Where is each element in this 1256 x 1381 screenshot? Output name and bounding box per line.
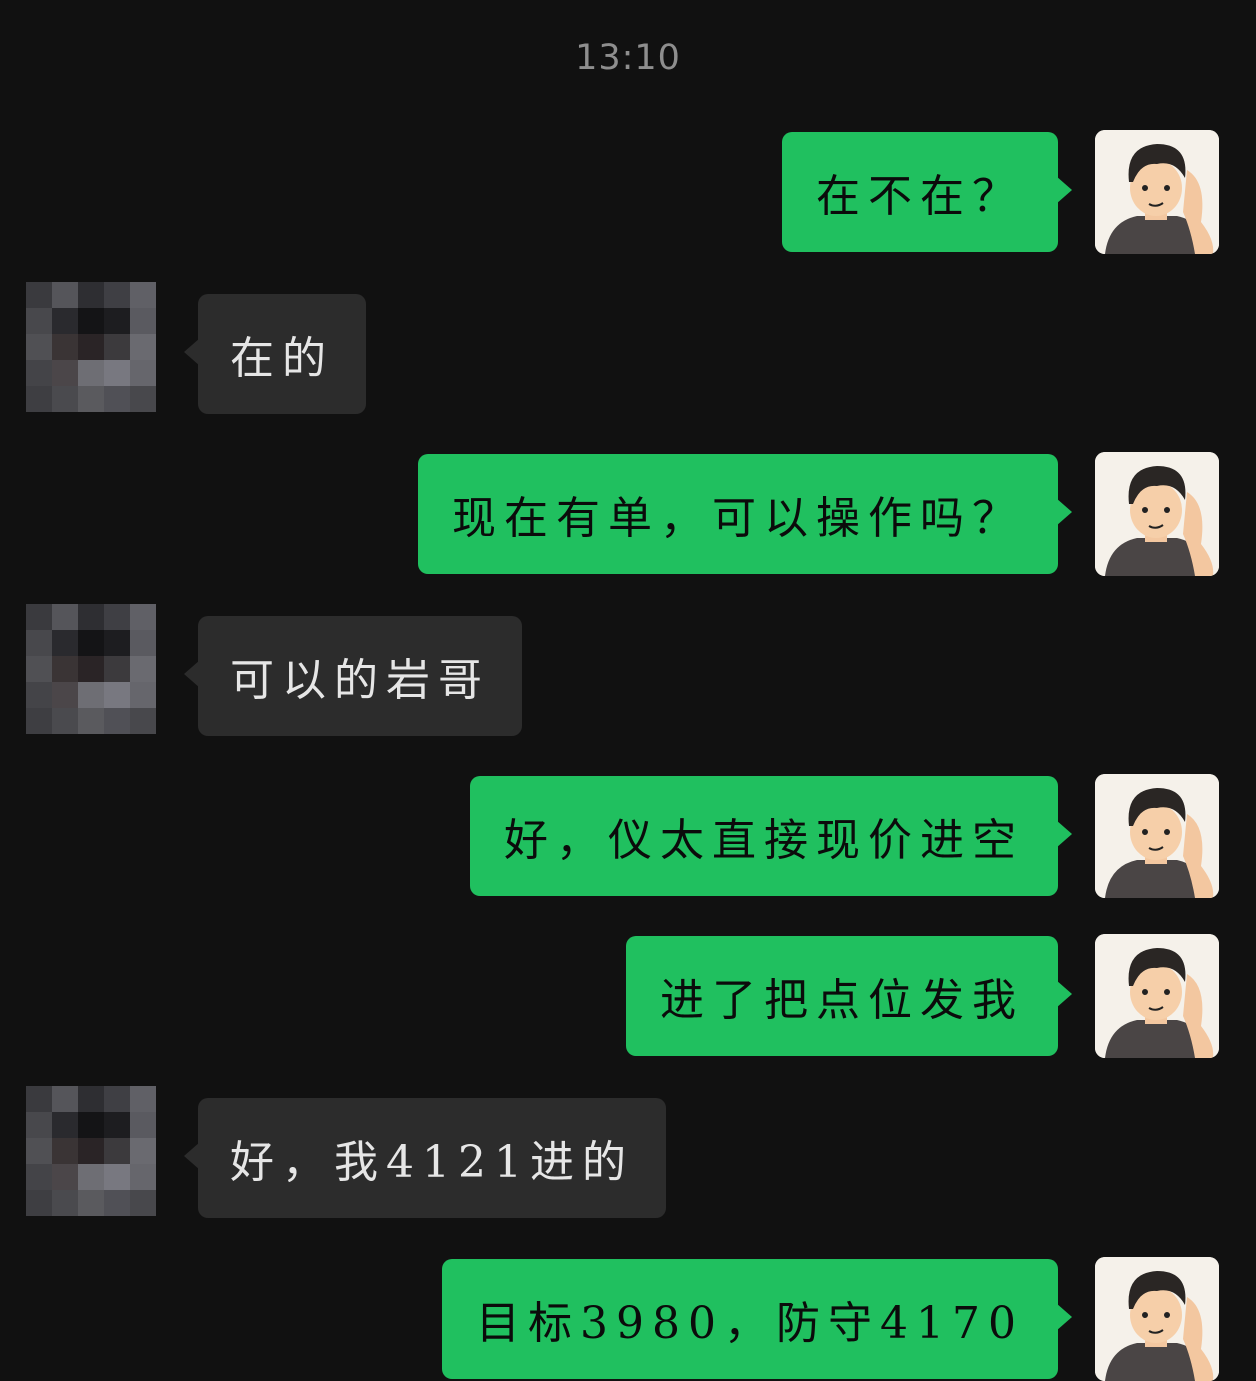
message-row: 在的 <box>0 282 1256 416</box>
message-row: 目标3980，防守4170 <box>0 1257 1256 1381</box>
message-row: 进了把点位发我 <box>0 934 1256 1058</box>
my-message-bubble[interactable]: 现在有单，可以操作吗？ <box>418 454 1072 574</box>
self-avatar-icon[interactable] <box>1095 130 1219 254</box>
their-message-bubble[interactable]: 好，我4121进的 <box>184 1098 666 1218</box>
message-row: 在不在？ <box>0 130 1256 254</box>
pixelated-avatar-icon[interactable] <box>26 1086 156 1216</box>
my-message-bubble[interactable]: 在不在？ <box>782 132 1072 252</box>
self-avatar-icon[interactable] <box>1095 934 1219 1058</box>
self-avatar-icon[interactable] <box>1095 1257 1219 1381</box>
self-avatar-icon[interactable] <box>1095 452 1219 576</box>
my-message-bubble[interactable]: 目标3980，防守4170 <box>442 1259 1072 1379</box>
my-message-bubble[interactable]: 进了把点位发我 <box>626 936 1072 1056</box>
pixelated-avatar-icon[interactable] <box>26 282 156 412</box>
message-row: 现在有单，可以操作吗？ <box>0 452 1256 576</box>
my-message-bubble[interactable]: 好，仪太直接现价进空 <box>470 776 1072 896</box>
message-row: 好，我4121进的 <box>0 1086 1256 1220</box>
message-row: 好，仪太直接现价进空 <box>0 774 1256 898</box>
chat-timestamp: 13:10 <box>575 38 681 78</box>
pixelated-avatar-icon[interactable] <box>26 604 156 734</box>
their-message-bubble[interactable]: 可以的岩哥 <box>184 616 522 736</box>
message-row: 可以的岩哥 <box>0 604 1256 738</box>
their-message-bubble[interactable]: 在的 <box>184 294 366 414</box>
self-avatar-icon[interactable] <box>1095 774 1219 898</box>
